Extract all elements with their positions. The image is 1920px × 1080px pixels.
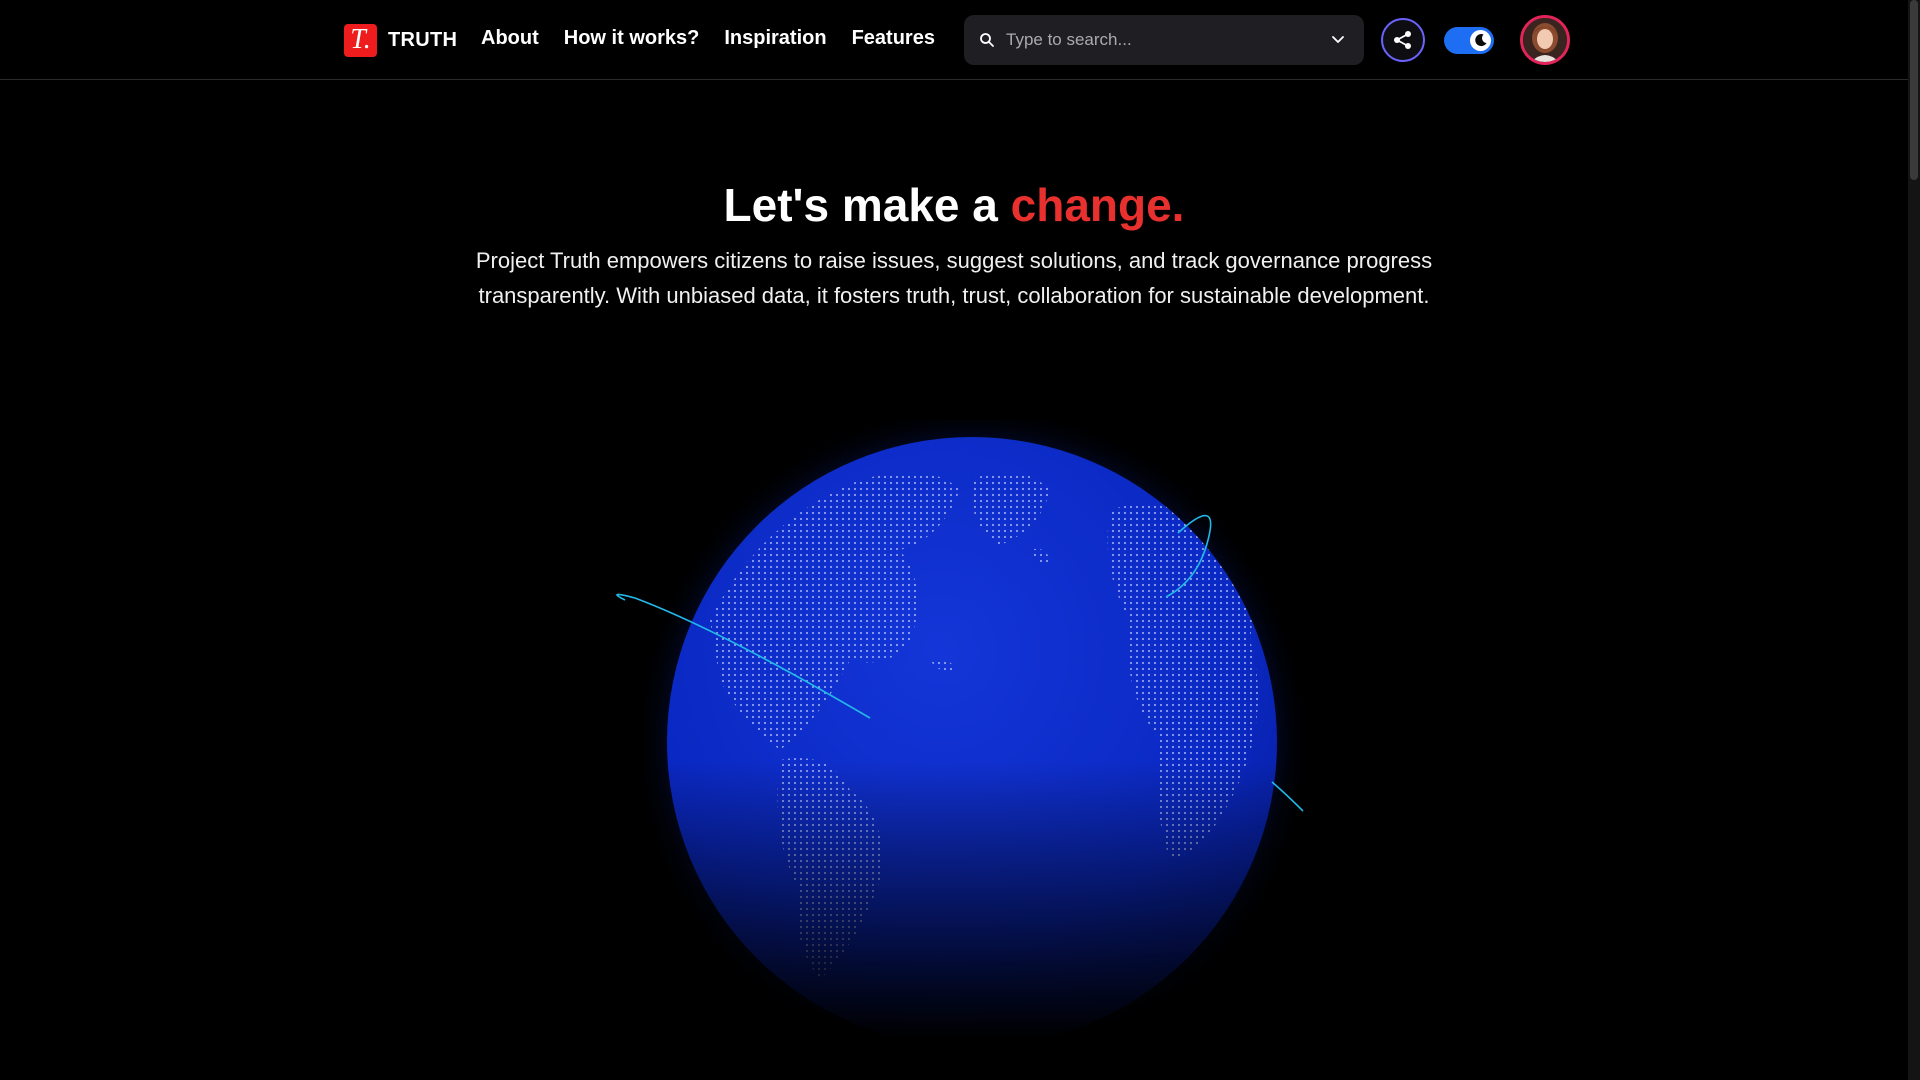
scrollbar-thumb[interactable] (1910, 0, 1918, 180)
search-box (964, 15, 1364, 65)
hero-title-accent: change. (1010, 179, 1185, 231)
nav-link-inspiration[interactable]: Inspiration (724, 27, 826, 50)
main-nav: About How it works? Inspiration Features (481, 27, 960, 50)
nav-link-about[interactable]: About (481, 27, 539, 50)
share-icon (1394, 31, 1411, 49)
globe-illustration (600, 402, 1320, 1080)
brand-logo-icon: T. (344, 23, 377, 57)
top-navigation-bar: T. TRUTH About How it works? Inspiration… (0, 0, 1908, 80)
hero-title-main: Let's make a (723, 179, 1011, 231)
theme-toggle[interactable] (1444, 27, 1494, 54)
brand-name: TRUTH (388, 28, 458, 51)
nav-link-how-it-works[interactable]: How it works? (564, 27, 700, 50)
globe-bottom-fade (600, 420, 1320, 1040)
chevron-down-icon[interactable] (1330, 33, 1346, 47)
hero-description: Project Truth empowers citizens to raise… (475, 248, 1433, 308)
user-avatar[interactable] (1520, 15, 1570, 65)
page-scrollbar[interactable] (1908, 0, 1920, 1080)
share-button[interactable] (1381, 18, 1425, 62)
search-input[interactable] (1004, 25, 1314, 55)
avatar-image (1523, 18, 1567, 62)
brand-logo-link[interactable]: T. TRUTH (344, 23, 457, 57)
moon-icon (1475, 34, 1487, 47)
globe-graphic (600, 402, 1320, 1080)
nav-link-features[interactable]: Features (852, 27, 935, 50)
hero-title: Let's make a change. (0, 178, 1908, 232)
toggle-knob (1470, 30, 1491, 51)
search-icon (980, 33, 994, 47)
